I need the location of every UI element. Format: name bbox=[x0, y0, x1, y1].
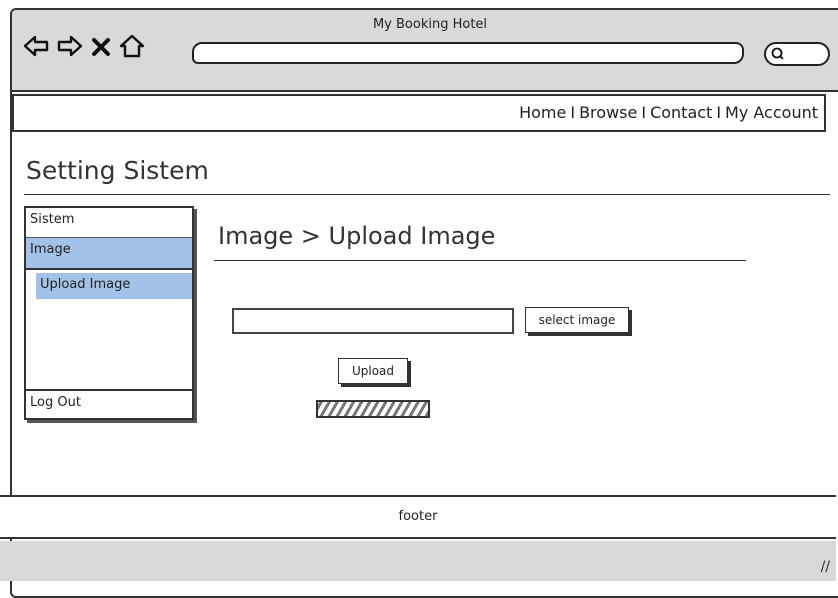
section-divider bbox=[214, 260, 746, 261]
resize-grip-icon[interactable]: // bbox=[821, 559, 830, 575]
top-navigation: Home I Browse I Contact I My Account bbox=[519, 103, 818, 122]
close-icon bbox=[92, 38, 110, 56]
footer-label: footer bbox=[398, 509, 438, 524]
nav-separator: I bbox=[570, 103, 576, 122]
nav-contact-link[interactable]: Contact bbox=[650, 103, 712, 122]
select-image-button[interactable]: select image bbox=[525, 307, 629, 333]
site-header: Home I Browse I Contact I My Account bbox=[12, 94, 826, 132]
forward-button[interactable] bbox=[56, 32, 84, 60]
file-path-input[interactable] bbox=[232, 308, 514, 334]
nav-my-account-link[interactable]: My Account bbox=[725, 103, 818, 122]
sidebar-item-image[interactable]: Image bbox=[26, 238, 192, 270]
arrow-right-icon bbox=[57, 35, 83, 57]
nav-separator: I bbox=[641, 103, 647, 122]
sidebar-menu: Sistem Image Upload Image Log Out bbox=[24, 206, 194, 420]
sidebar-item-upload-image[interactable]: Upload Image bbox=[36, 273, 192, 299]
sidebar-item-log-out[interactable]: Log Out bbox=[26, 389, 192, 418]
upload-button[interactable]: Upload bbox=[338, 358, 408, 384]
sidebar-item-sistem[interactable]: Sistem bbox=[26, 208, 192, 238]
page-title: Setting Sistem bbox=[26, 156, 209, 185]
window-title: My Booking Hotel bbox=[372, 17, 488, 32]
browser-titlebar: My Booking Hotel bbox=[12, 10, 838, 92]
page-footer: footer bbox=[0, 495, 836, 539]
search-icon bbox=[771, 47, 784, 60]
nav-separator: I bbox=[716, 103, 722, 122]
arrow-left-icon bbox=[23, 35, 49, 57]
home-icon bbox=[119, 34, 145, 58]
title-divider bbox=[24, 194, 830, 195]
nav-browse-link[interactable]: Browse bbox=[579, 103, 637, 122]
stop-button[interactable] bbox=[90, 32, 112, 60]
search-button[interactable] bbox=[764, 42, 830, 66]
back-button[interactable] bbox=[22, 32, 50, 60]
upload-progress-bar bbox=[316, 400, 430, 418]
progress-fill bbox=[318, 402, 428, 416]
nav-home-link[interactable]: Home bbox=[519, 103, 566, 122]
breadcrumb: Image > Upload Image bbox=[218, 222, 496, 250]
home-button[interactable] bbox=[118, 32, 146, 60]
address-bar[interactable] bbox=[192, 42, 744, 64]
browser-statusbar: // bbox=[0, 541, 836, 581]
